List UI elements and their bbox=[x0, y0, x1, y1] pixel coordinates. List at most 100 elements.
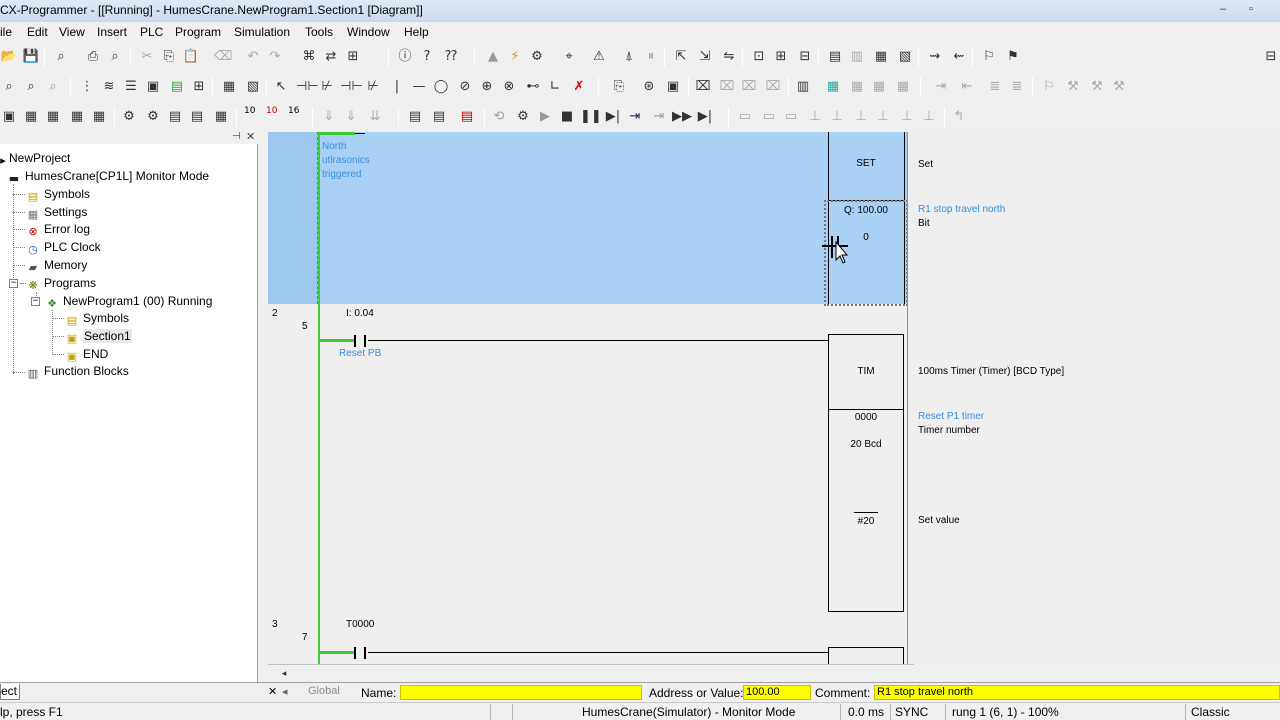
new-instruction-icon[interactable]: ⊷ bbox=[524, 78, 542, 96]
tree-error-log[interactable]: ⊗ Error log bbox=[25, 220, 90, 238]
cycle-time-icon[interactable]: ▤ bbox=[188, 108, 206, 126]
new-closed-contact-icon[interactable]: ⊬ bbox=[318, 78, 336, 96]
about-icon[interactable]: ⓘ bbox=[396, 48, 414, 66]
step-out-run-icon[interactable]: ⇥ bbox=[650, 108, 668, 126]
clear-bookmarks-icon[interactable]: ⚒ bbox=[1110, 78, 1128, 96]
trigger-set-icon[interactable]: ⊥ bbox=[898, 108, 916, 126]
force-off-icon[interactable]: ⇜ bbox=[950, 48, 968, 66]
transfer-online-edit-icon[interactable]: ⌧ bbox=[740, 78, 758, 96]
trigger-icon[interactable]: ⊥ bbox=[806, 108, 824, 126]
cancel-online-edit-icon[interactable]: ⌧ bbox=[718, 78, 736, 96]
tree-program-symbols[interactable]: ▤ Symbols bbox=[64, 309, 129, 327]
tree-section1[interactable]: ▣ Section1 bbox=[64, 327, 132, 345]
zoom-out-icon[interactable]: ⌕ bbox=[44, 78, 62, 96]
new-line-icon[interactable]: ∟ bbox=[546, 78, 564, 96]
pin-icon[interactable]: ⊣ bbox=[232, 131, 241, 142]
select-mode-icon[interactable]: ↖ bbox=[272, 78, 290, 96]
differential-monitor-icon[interactable]: ⚠ bbox=[590, 48, 608, 66]
context-help-icon[interactable]: ⁇ bbox=[442, 48, 460, 66]
menu-help[interactable]: Help bbox=[404, 25, 429, 39]
collapse-programs-icon[interactable]: − bbox=[9, 279, 18, 288]
clear-online-edit-icon[interactable]: ⌧ bbox=[764, 78, 782, 96]
watch-window-icon[interactable]: ▥ bbox=[794, 78, 812, 96]
toggle-monitor-icon[interactable]: ⌖ bbox=[560, 48, 578, 66]
trigger-clear-icon[interactable]: ⊥ bbox=[852, 108, 870, 126]
new-horizontal-icon[interactable]: — bbox=[410, 78, 428, 96]
menu-edit[interactable]: Edit bbox=[27, 25, 48, 39]
comment-field[interactable]: R1 stop travel north bbox=[874, 685, 1280, 700]
section-window-icon[interactable]: ▦ bbox=[894, 78, 912, 96]
next-bookmark-icon[interactable]: ⚒ bbox=[1064, 78, 1082, 96]
rung-3-instruction-block[interactable] bbox=[828, 647, 904, 664]
reset-icon[interactable]: ⚑ bbox=[1004, 48, 1022, 66]
tree-settings[interactable]: ▦ Settings bbox=[25, 203, 88, 221]
data-trace-tool-icon[interactable]: ⚙ bbox=[120, 108, 138, 126]
return-icon[interactable]: ↰ bbox=[950, 108, 968, 126]
menu-insert[interactable]: Insert bbox=[97, 25, 127, 39]
hex-display-10-icon[interactable]: 10 bbox=[244, 106, 255, 116]
tree-programs[interactable]: ❋ Programs bbox=[25, 274, 96, 292]
copy-icon[interactable]: ⎘ bbox=[160, 48, 178, 66]
new-contact-icon[interactable]: ⊣⊢ bbox=[296, 78, 319, 96]
scroll-left-icon[interactable]: ◂ bbox=[276, 666, 292, 680]
break-list-icon[interactable]: ▭ bbox=[782, 108, 800, 126]
plc-memory-icon[interactable]: ▦ bbox=[872, 48, 890, 66]
fast-forward-icon[interactable]: ▶▶ bbox=[672, 108, 692, 126]
tree-plc-clock[interactable]: ◷ PLC Clock bbox=[25, 238, 101, 256]
compare-plc-icon[interactable]: ⇋ bbox=[720, 48, 738, 66]
save-icon[interactable]: 💾 bbox=[22, 48, 40, 66]
menu-plc[interactable]: PLC bbox=[140, 25, 163, 39]
time-chart-icon[interactable]: ⚙ bbox=[144, 108, 162, 126]
online-icon[interactable]: ▲ bbox=[484, 48, 502, 66]
minimize-button[interactable]: – bbox=[1212, 2, 1234, 18]
global-tab[interactable]: Global bbox=[308, 685, 340, 697]
step-run-icon[interactable]: ▶| bbox=[604, 108, 622, 126]
new-pli-icon[interactable]: ⊕ bbox=[478, 78, 496, 96]
simulator-debugger-icon[interactable]: ▤ bbox=[430, 108, 448, 126]
force-on-icon[interactable]: ⇝ bbox=[926, 48, 944, 66]
print-preview-icon[interactable]: ⌕ bbox=[106, 48, 124, 66]
address-field[interactable]: 100.00 bbox=[743, 685, 811, 700]
properties-window-icon[interactable]: ▦ bbox=[870, 78, 888, 96]
output-window-icon[interactable]: ▦ bbox=[824, 78, 842, 96]
align-icon[interactable]: ≣ bbox=[986, 78, 1004, 96]
help-icon[interactable]: ? bbox=[418, 48, 436, 66]
tree-memory[interactable]: ▰ Memory bbox=[25, 256, 88, 274]
trigger-reset-icon[interactable]: ⊥ bbox=[920, 108, 938, 126]
previous-bookmark-icon[interactable]: ⚒ bbox=[1088, 78, 1106, 96]
zoom-in-icon[interactable]: ⌕ bbox=[0, 78, 18, 96]
step-in-icon[interactable]: ⇓ bbox=[320, 108, 338, 126]
show-in-mnemonics-icon[interactable]: ▣ bbox=[144, 78, 162, 96]
rung-annotation-icon[interactable]: ☰ bbox=[122, 78, 140, 96]
play-icon[interactable]: ▶ bbox=[536, 108, 554, 126]
send-edit-icon[interactable]: ▣ bbox=[664, 78, 682, 96]
zoom-icon[interactable]: ⌕ bbox=[22, 78, 40, 96]
debug-mode-icon[interactable]: ⊞ bbox=[772, 48, 790, 66]
new-pmi-icon[interactable]: ⊗ bbox=[500, 78, 518, 96]
pause-monitor-icon[interactable]: ⏸ bbox=[642, 48, 660, 66]
show-comments-icon[interactable]: ≋ bbox=[100, 78, 118, 96]
close-info-bar-icon[interactable]: ✕ bbox=[268, 685, 277, 698]
symbol-table-icon[interactable]: ▣ bbox=[0, 108, 18, 126]
continuous-step-icon[interactable]: ⟲ bbox=[490, 108, 508, 126]
undo-icon[interactable]: ↶ bbox=[244, 48, 262, 66]
monitor-table-icon[interactable]: ▦ bbox=[212, 108, 230, 126]
rung-2-contact[interactable] bbox=[354, 335, 366, 347]
tree-project[interactable]: ▸ NewProject bbox=[0, 149, 70, 167]
info-bar-scroll-icon[interactable]: ◂ bbox=[282, 685, 288, 698]
tree-symbols[interactable]: ▤ Symbols bbox=[25, 185, 90, 203]
run-mode-icon[interactable]: ▤ bbox=[826, 48, 844, 66]
menu-file[interactable]: ile bbox=[0, 25, 12, 39]
align-right-icon[interactable]: ≣ bbox=[1008, 78, 1026, 96]
delete-line-icon[interactable]: ✗ bbox=[570, 78, 588, 96]
set-icon[interactable]: ⚐ bbox=[980, 48, 998, 66]
tree-end[interactable]: ▣ END bbox=[64, 345, 109, 363]
function-block-icon[interactable]: ▦ bbox=[90, 108, 108, 126]
menu-window[interactable]: Window bbox=[347, 25, 390, 39]
work-online-icon[interactable]: ⚡ bbox=[506, 48, 524, 66]
cancel-edit-icon[interactable]: ⊛ bbox=[640, 78, 658, 96]
replace-icon[interactable]: ⇄ bbox=[322, 48, 340, 66]
find-icon[interactable]: ⌕ bbox=[52, 48, 70, 66]
settings-table-icon[interactable]: ▦ bbox=[68, 108, 86, 126]
plc-clock-icon[interactable]: ▧ bbox=[896, 48, 914, 66]
